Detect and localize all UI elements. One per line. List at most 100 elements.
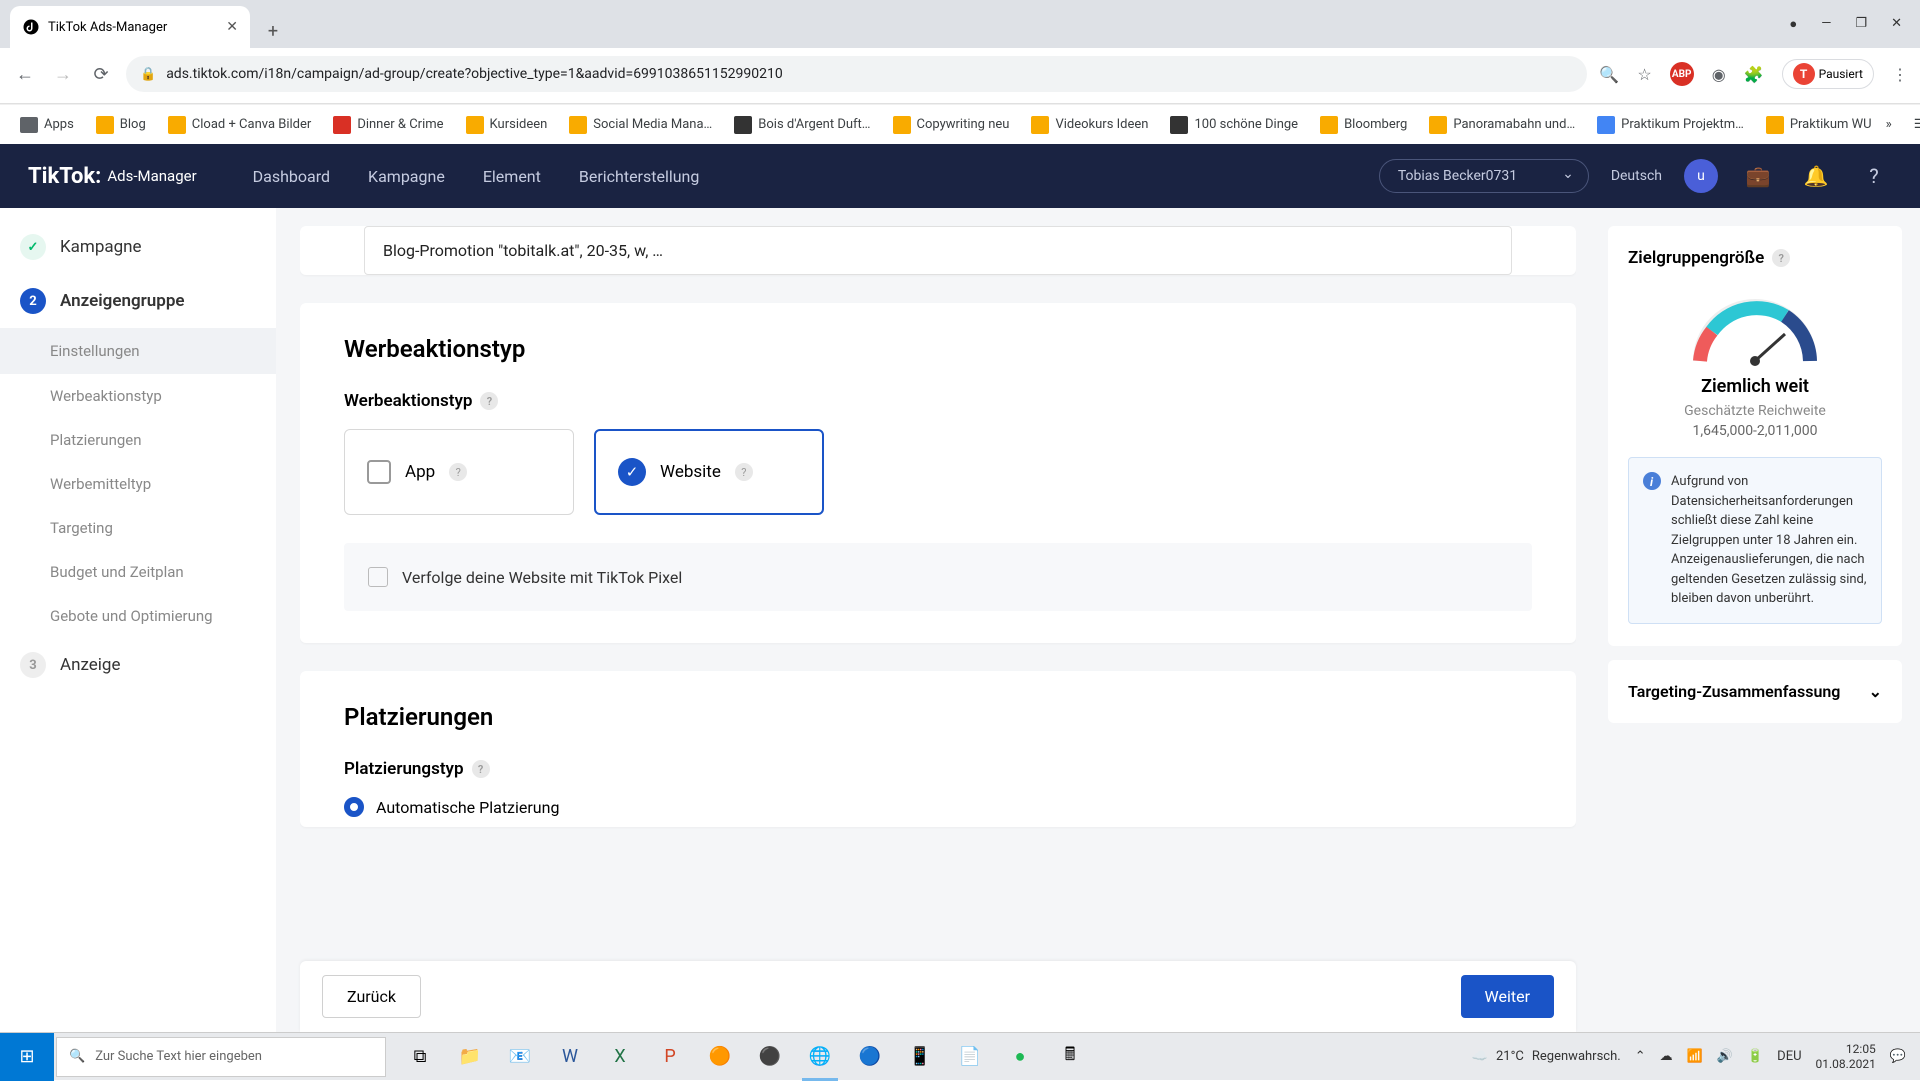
section-title: Werbeaktionstyp xyxy=(344,335,1532,363)
bookmark-favicon-icon xyxy=(569,116,587,134)
spotify-icon[interactable]: ● xyxy=(996,1033,1044,1081)
excel-icon[interactable]: X xyxy=(596,1033,644,1081)
app-icon[interactable]: 📱 xyxy=(896,1033,944,1081)
help-icon[interactable]: ? xyxy=(735,463,753,481)
bookmark-item[interactable]: Cload + Canva Bilder xyxy=(160,112,320,138)
extensions-puzzle-icon[interactable]: 🧩 xyxy=(1744,65,1764,84)
weather-widget[interactable]: ☁️ 21°C Regenwahrsch. xyxy=(1472,1049,1621,1064)
tiktok-ads-logo[interactable]: TikTok: Ads-Manager xyxy=(28,164,197,189)
bookmarks-overflow-icon[interactable]: » xyxy=(1886,117,1892,132)
bookmark-item[interactable]: Panoramabahn und… xyxy=(1421,112,1583,138)
help-icon[interactable]: ? xyxy=(449,463,467,481)
bookmark-item[interactable]: Copywriting neu xyxy=(885,112,1018,138)
section-title: Platzierungen xyxy=(344,703,1532,731)
browser-tab[interactable]: TikTok Ads-Manager ✕ xyxy=(10,6,250,48)
sidebar-item-promotype[interactable]: Werbeaktionstyp xyxy=(0,374,276,418)
word-icon[interactable]: W xyxy=(546,1033,594,1081)
radio-auto-placement[interactable]: Automatische Platzierung xyxy=(344,797,1532,817)
close-window-icon[interactable]: ✕ xyxy=(1891,16,1902,32)
app-icon[interactable]: 📄 xyxy=(946,1033,994,1081)
reading-list-icon: ☰ xyxy=(1914,117,1920,132)
user-avatar[interactable]: u xyxy=(1684,159,1718,193)
bookmark-item[interactable]: Social Media Mana… xyxy=(561,112,720,138)
abp-extension-icon[interactable]: ABP xyxy=(1670,62,1694,86)
bookmark-item[interactable]: Praktikum WU xyxy=(1758,112,1880,138)
briefcase-icon[interactable]: 💼 xyxy=(1740,158,1776,194)
logo-main: TikTok: xyxy=(28,164,101,189)
task-view-icon[interactable]: ⧉ xyxy=(396,1033,444,1081)
calculator-icon[interactable]: 🖩 xyxy=(1046,1033,1094,1081)
tray-chevron-icon[interactable]: ⌃ xyxy=(1635,1049,1646,1064)
targeting-summary-card[interactable]: Targeting-Zusammenfassung ⌄ xyxy=(1608,660,1902,723)
bookmark-item[interactable]: Bois d'Argent Duft… xyxy=(726,112,878,138)
zoom-icon[interactable]: 🔍 xyxy=(1599,65,1619,84)
help-icon[interactable]: ? xyxy=(1772,249,1790,267)
app-icon[interactable]: 🟠 xyxy=(696,1033,744,1081)
bell-icon[interactable]: 🔔 xyxy=(1798,158,1834,194)
file-explorer-icon[interactable]: 📁 xyxy=(446,1033,494,1081)
edge-icon[interactable]: 🔵 xyxy=(846,1033,894,1081)
chrome-icon[interactable]: 🌐 xyxy=(796,1033,844,1081)
bookmark-item[interactable]: Blog xyxy=(88,112,154,138)
new-tab-button[interactable]: + xyxy=(256,14,290,48)
windows-start-button[interactable]: ⊞ xyxy=(0,1033,54,1081)
step-campaign[interactable]: ✓ Kampagne xyxy=(0,220,276,274)
next-button[interactable]: Weiter xyxy=(1461,975,1554,1018)
pixel-checkbox[interactable] xyxy=(368,567,388,587)
bookmark-item[interactable]: Praktikum Projektm… xyxy=(1589,112,1752,138)
powerpoint-icon[interactable]: P xyxy=(646,1033,694,1081)
language-indicator[interactable]: DEU xyxy=(1777,1049,1801,1064)
minimize-icon[interactable]: — xyxy=(1821,16,1831,32)
address-bar[interactable]: 🔒 ads.tiktok.com/i18n/campaign/ad-group/… xyxy=(126,56,1587,92)
extension-icon[interactable]: ◉ xyxy=(1712,65,1726,84)
windows-search-input[interactable]: 🔍 Zur Suche Text hier eingeben xyxy=(56,1037,386,1077)
apps-bookmark[interactable]: Apps xyxy=(12,113,82,137)
bookmark-item[interactable]: Videokurs Ideen xyxy=(1023,112,1156,138)
battery-icon[interactable]: 🔋 xyxy=(1747,1049,1763,1064)
notifications-icon[interactable]: 💬 xyxy=(1890,1049,1906,1064)
bookmark-favicon-icon xyxy=(466,116,484,134)
nav-element[interactable]: Element xyxy=(483,167,541,186)
back-button[interactable]: ← xyxy=(12,61,38,87)
bookmark-item[interactable]: Kursideen xyxy=(458,112,556,138)
kebab-menu-icon[interactable]: ⋮ xyxy=(1892,65,1908,84)
option-app[interactable]: App ? xyxy=(344,429,574,515)
volume-icon[interactable]: 🔊 xyxy=(1717,1049,1733,1064)
bookmark-item[interactable]: 100 schöne Dinge xyxy=(1162,112,1306,138)
account-dropdown[interactable]: Tobias Becker0731 xyxy=(1379,159,1589,193)
help-icon[interactable]: ? xyxy=(472,760,490,778)
step-adgroup[interactable]: 2 Anzeigengruppe xyxy=(0,274,276,328)
onedrive-icon[interactable]: ☁ xyxy=(1660,1049,1673,1064)
adgroup-name-input[interactable]: Blog-Promotion "tobitalk.at", 20-35, w, … xyxy=(364,226,1512,275)
profile-paused-badge[interactable]: T Pausiert xyxy=(1782,59,1874,89)
nav-campaign[interactable]: Kampagne xyxy=(368,167,445,186)
maximize-icon[interactable]: ❐ xyxy=(1855,16,1867,32)
step-ad[interactable]: 3 Anzeige xyxy=(0,638,276,692)
sidebar-item-settings[interactable]: Einstellungen xyxy=(0,328,276,374)
sidebar-item-creative-type[interactable]: Werbemitteltyp xyxy=(0,462,276,506)
option-website[interactable]: ✓ Website ? xyxy=(594,429,824,515)
wifi-icon[interactable]: 📶 xyxy=(1687,1049,1703,1064)
help-icon[interactable]: ? xyxy=(480,392,498,410)
sidebar-item-bids[interactable]: Gebote und Optimierung xyxy=(0,594,276,638)
reading-list-button[interactable]: ☰Leseliste xyxy=(1906,113,1920,136)
mail-icon[interactable]: 📧 xyxy=(496,1033,544,1081)
bookmark-item[interactable]: Dinner & Crime xyxy=(325,112,451,138)
obs-icon[interactable]: ⚫ xyxy=(746,1033,794,1081)
star-icon[interactable]: ☆ xyxy=(1637,65,1651,84)
nav-dashboard[interactable]: Dashboard xyxy=(253,167,330,186)
bookmark-favicon-icon xyxy=(96,116,114,134)
bookmark-item[interactable]: Bloomberg xyxy=(1312,112,1415,138)
clock[interactable]: 12:05 01.08.2021 xyxy=(1816,1042,1876,1071)
account-dot-icon[interactable]: ● xyxy=(1789,16,1797,32)
sidebar-item-targeting[interactable]: Targeting xyxy=(0,506,276,550)
nav-reporting[interactable]: Berichterstellung xyxy=(579,167,700,186)
help-icon[interactable]: ? xyxy=(1856,158,1892,194)
sidebar-item-budget[interactable]: Budget und Zeitplan xyxy=(0,550,276,594)
close-tab-icon[interactable]: ✕ xyxy=(226,19,238,35)
sidebar-item-placements[interactable]: Platzierungen xyxy=(0,418,276,462)
profile-avatar-icon: T xyxy=(1793,63,1815,85)
reload-button[interactable]: ⟳ xyxy=(88,61,114,87)
language-selector[interactable]: Deutsch xyxy=(1611,168,1662,184)
back-button[interactable]: Zurück xyxy=(322,975,421,1018)
